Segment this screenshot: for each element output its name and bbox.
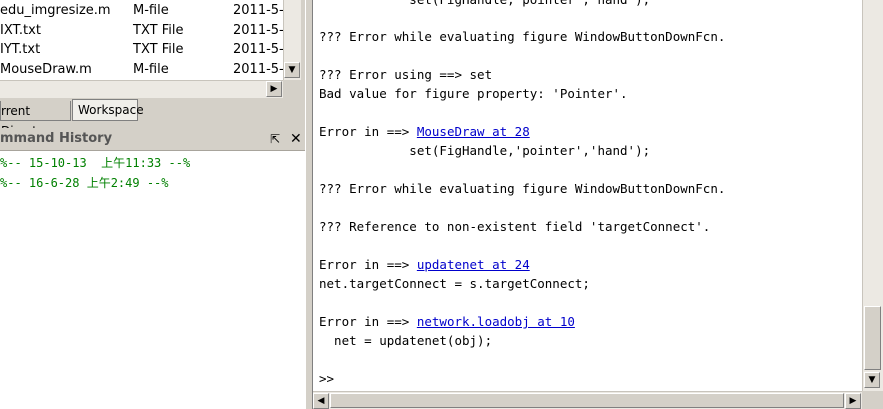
output-line: ??? Error using ==> set (319, 67, 493, 82)
scroll-thumb[interactable] (330, 393, 844, 408)
history-entry[interactable]: %-- 16-6-28 上午2:49 --% (0, 174, 169, 191)
command-history-list: %-- 15-10-13 上午11:33 --% %-- 16-6-28 上午2… (0, 151, 305, 409)
error-prefix: Error in ==> (319, 257, 417, 272)
file-type: M-file (133, 62, 169, 77)
command-window[interactable]: set(FigHandle,'pointer','hand'); ??? Err… (313, 0, 862, 391)
file-type: TXT File (133, 42, 184, 57)
output-line: Error in ==> MouseDraw at 28 (319, 124, 530, 140)
output-line: set(FigHandle,'pointer','hand'); (319, 0, 650, 8)
file-list: edu_imgresize.m M-file 2011-5-2 IXT.txt … (0, 0, 300, 80)
file-list-vertical-scrollbar[interactable]: ▼ (283, 0, 301, 80)
tab-current-directory[interactable]: rrent Directory (0, 101, 71, 138)
command-prompt[interactable]: >> (319, 371, 334, 387)
error-prefix: Error in ==> (319, 314, 417, 329)
file-name: IYT.txt (0, 42, 41, 57)
close-icon[interactable]: ✕ (290, 128, 302, 150)
panel-tabs: rrent Directory Workspace (0, 99, 305, 138)
file-list-horizontal-scrollbar[interactable]: ▶ (0, 80, 283, 98)
error-link[interactable]: network.loadobj at 10 (417, 314, 575, 329)
command-history-header: mmand History ⇱ ✕ (0, 128, 305, 151)
file-name: IXT.txt (0, 23, 41, 38)
output-line: ??? Error while evaluating figure Window… (319, 29, 726, 44)
scroll-right-arrow-icon[interactable]: ▶ (845, 393, 861, 409)
undock-icon[interactable]: ⇱ (270, 128, 280, 150)
file-type: M-file (133, 3, 169, 18)
scroll-thumb[interactable] (864, 306, 881, 370)
command-window-horizontal-scrollbar[interactable]: ◀ ▶ (313, 391, 862, 409)
error-link[interactable]: updatenet at 24 (417, 257, 530, 272)
output-line: Bad value for figure property: 'Pointer'… (319, 86, 628, 101)
output-line: net.targetConnect = s.targetConnect; (319, 276, 590, 291)
output-line: Error in ==> updatenet at 24 (319, 257, 530, 273)
output-line: net = updatenet(obj); (319, 333, 493, 348)
file-name: edu_imgresize.m (0, 3, 111, 18)
pane-splitter[interactable] (305, 0, 313, 409)
file-name: MouseDraw.m (0, 62, 92, 77)
tab-workspace[interactable]: Workspace (72, 99, 144, 121)
output-line: Error in ==> network.loadobj at 10 (319, 314, 575, 330)
output-line: ??? Error while evaluating figure Window… (319, 181, 726, 196)
scrollbar-corner (862, 391, 883, 409)
scroll-left-arrow-icon[interactable]: ◀ (313, 393, 329, 409)
scroll-right-arrow-icon[interactable]: ▶ (266, 81, 282, 97)
command-history-title: mmand History (0, 131, 113, 146)
file-type: TXT File (133, 23, 184, 38)
error-link[interactable]: MouseDraw at 28 (417, 124, 530, 139)
scroll-down-arrow-icon[interactable]: ▼ (284, 62, 300, 78)
history-entry[interactable]: %-- 15-10-13 上午11:33 --% (0, 154, 190, 171)
error-prefix: Error in ==> (319, 124, 417, 139)
scroll-down-arrow-icon[interactable]: ▼ (864, 372, 880, 388)
output-line: ??? Reference to non-existent field 'tar… (319, 219, 711, 234)
command-window-vertical-scrollbar[interactable]: ▼ (862, 0, 883, 391)
output-line: set(FigHandle,'pointer','hand'); (319, 143, 651, 158)
